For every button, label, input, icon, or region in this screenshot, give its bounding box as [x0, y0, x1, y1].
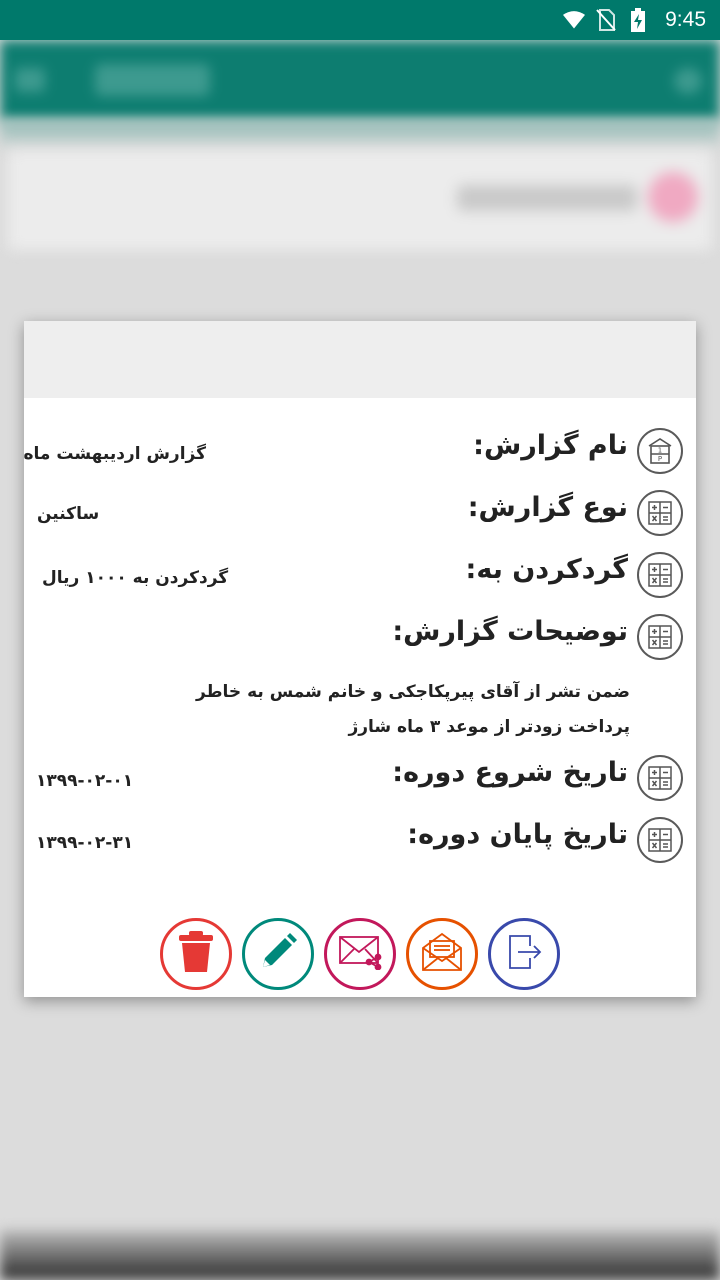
- calculator-icon: [637, 490, 683, 536]
- battery-charging-icon: [627, 8, 649, 32]
- field-value: ۱۳۹۹-۰۲-۰۱: [36, 771, 134, 791]
- status-time: 9:45: [665, 8, 706, 31]
- pencil-icon: [259, 933, 297, 975]
- mail-share-icon: [338, 934, 382, 974]
- calculator-icon: [637, 552, 683, 598]
- calculator-icon: [637, 755, 683, 801]
- field-value: ساکنین: [37, 504, 100, 524]
- exit-icon: [504, 932, 544, 976]
- calculator-icon: [637, 817, 683, 863]
- field-label: تاریخ پایان دوره:: [407, 819, 628, 850]
- field-value: گزارش اردیبهشت ماه: [23, 444, 207, 464]
- field-description: توضیحات گزارش:: [24, 612, 696, 662]
- field-value: گردکردن به ۱۰۰۰ ریال: [42, 568, 229, 588]
- share-mail-button[interactable]: [324, 918, 396, 990]
- edit-button[interactable]: [242, 918, 314, 990]
- calculator-icon: [637, 614, 683, 660]
- field-end-date: تاریخ پایان دوره: ۱۳۹۹-۰۲-۳۱: [24, 815, 696, 865]
- field-label: توضیحات گزارش:: [392, 616, 628, 647]
- report-name-icon: 1 P: [637, 428, 683, 474]
- exit-button[interactable]: [488, 918, 560, 990]
- wifi-icon: [563, 9, 586, 31]
- field-start-date: تاریخ شروع دوره: ۱۳۹۹-۰۲-۰۱: [24, 753, 696, 803]
- open-envelope-icon: [420, 932, 464, 976]
- field-report-name: 1 P نام گزارش: گزارش اردیبهشت ماه: [24, 426, 696, 476]
- field-label: نام گزارش:: [473, 430, 628, 461]
- description-line: پرداخت زودتر از موعد ۳ ماه شارژ: [348, 717, 630, 737]
- dialog-actions: [160, 918, 560, 992]
- svg-text:P: P: [658, 455, 662, 463]
- field-rounding: گردکردن به: گردکردن به ۱۰۰۰ ریال: [24, 550, 696, 600]
- delete-button[interactable]: [160, 918, 232, 990]
- field-report-type: نوع گزارش: ساکنین: [24, 488, 696, 538]
- description-line: ضمن تشر از آقای پیرپکاجکی و خانم شمس به …: [195, 682, 630, 702]
- field-value: ۱۳۹۹-۰۲-۳۱: [36, 833, 134, 853]
- status-bar: 9:45: [0, 0, 720, 40]
- description-text: ضمن تشر از آقای پیرپکاجکی و خانم شمس به …: [190, 675, 630, 745]
- background-card: [8, 150, 712, 250]
- field-label: تاریخ شروع دوره:: [392, 757, 628, 788]
- background-nav-bar: [0, 1230, 720, 1280]
- trash-icon: [176, 930, 216, 978]
- field-label: گردکردن به:: [465, 554, 628, 585]
- field-label: نوع گزارش:: [467, 492, 628, 523]
- dialog-header: [24, 321, 696, 398]
- open-mail-button[interactable]: [406, 918, 478, 990]
- no-sim-icon: [595, 9, 617, 31]
- background-toolbar: [0, 40, 720, 120]
- svg-text:1: 1: [658, 447, 662, 455]
- report-details-dialog: 1 P نام گزارش: گزارش اردیبهشت ماه نوع گز…: [24, 321, 696, 997]
